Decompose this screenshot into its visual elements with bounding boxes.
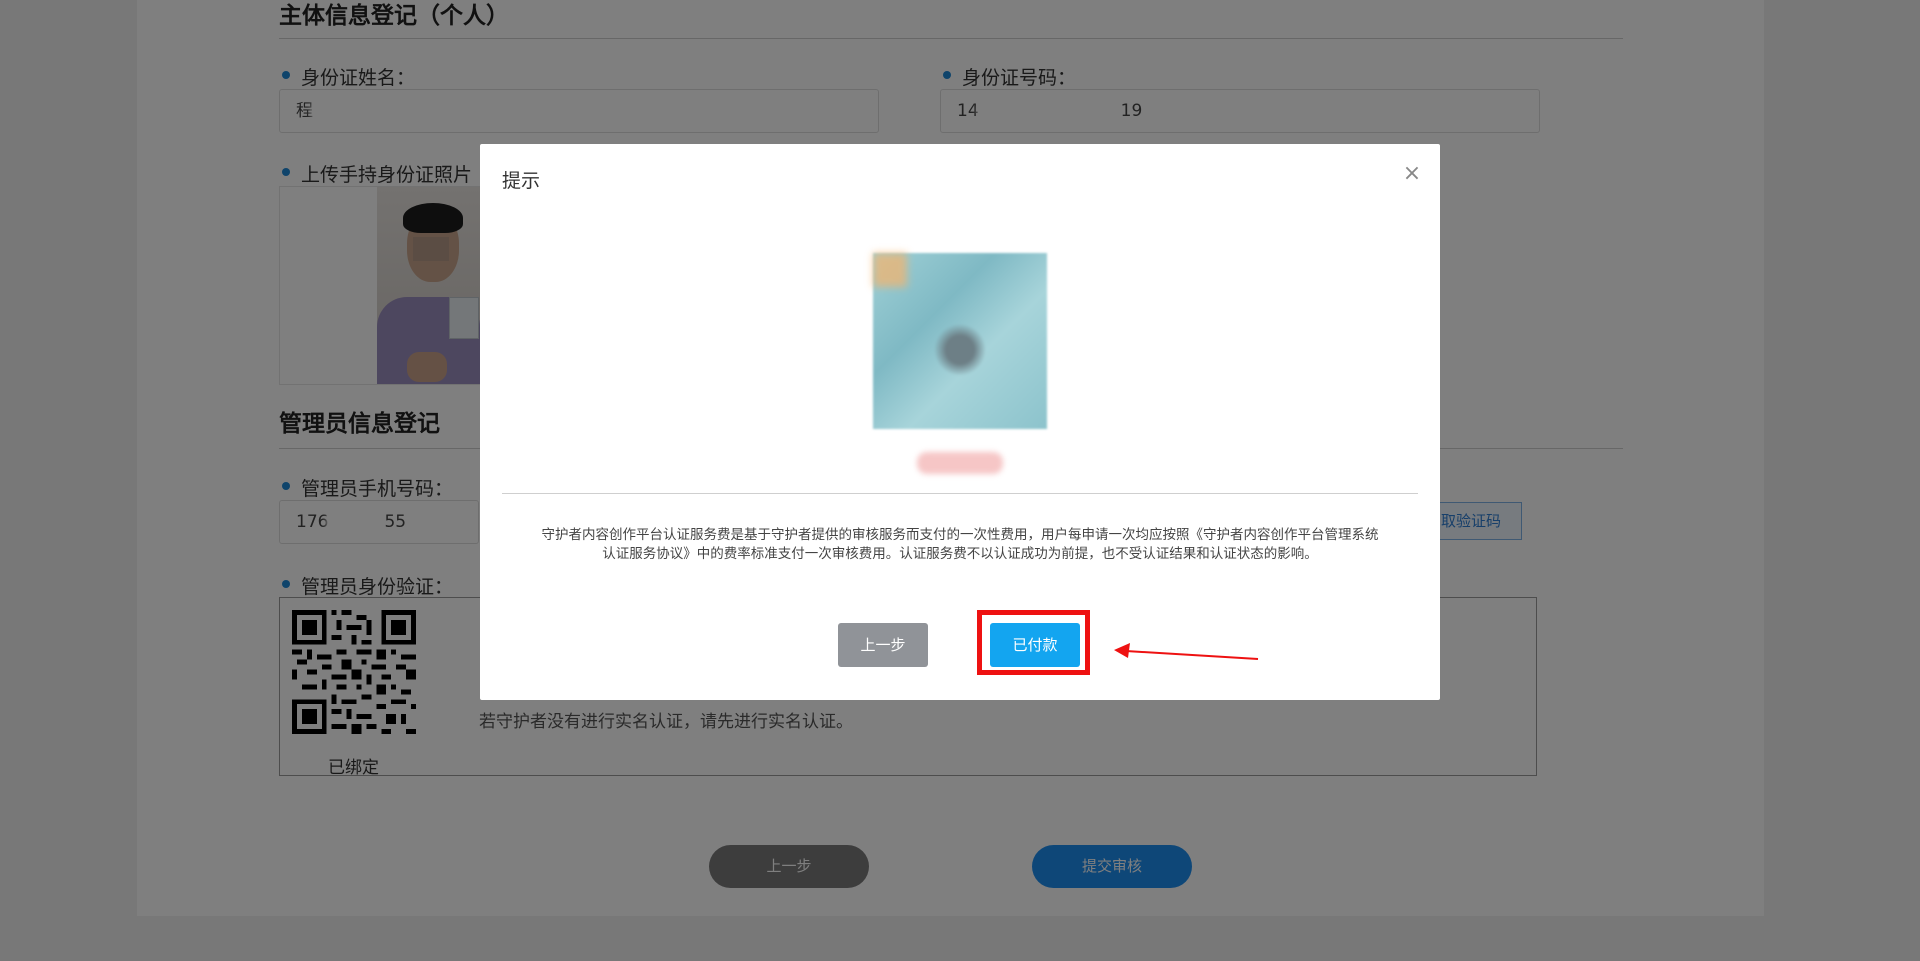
service-fee-notice: 守护者内容创作平台认证服务费是基于守护者提供的审核服务而支付的一次性费用，用户每…	[541, 527, 1379, 562]
highlight-box	[977, 610, 1090, 675]
payment-qr-code	[873, 253, 1047, 429]
modal-previous-button[interactable]: 上一步	[838, 623, 928, 667]
annotation-arrow-icon	[1114, 643, 1259, 660]
payment-modal: 提示 × 守护者内容创作平台认证服务费是基于守护者提供的审核服务而支付的一次性费…	[480, 144, 1440, 700]
close-icon[interactable]: ×	[1400, 162, 1424, 186]
payment-amount-blurred	[917, 452, 1003, 474]
modal-title: 提示	[502, 170, 541, 192]
modal-divider	[502, 493, 1418, 494]
